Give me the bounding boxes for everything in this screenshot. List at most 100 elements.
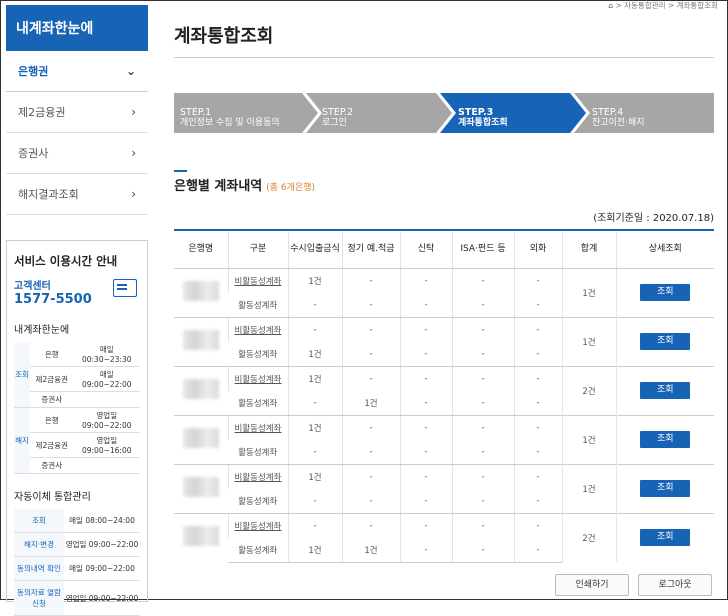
detail-button[interactable]: 조회 — [640, 529, 691, 547]
bank-name — [174, 365, 228, 415]
sidebar: 내계좌한눈에 은행권 ⌄ 제2금융권 › 증권사 › 해지결과조회 › 서비스 … — [6, 5, 148, 616]
service-time-range: 09:00~22:00 — [81, 421, 132, 430]
step-4: STEP.4 잔고이전·해지 — [592, 100, 645, 140]
cell-value: - — [513, 414, 562, 440]
service-time-days: 매일 — [99, 345, 114, 354]
step-4-label: 잔고이전·해지 — [592, 118, 645, 128]
total-count: 1건 — [561, 267, 616, 317]
cell-value: - — [513, 267, 562, 293]
print-button[interactable]: 인쇄하기 — [555, 574, 629, 596]
bank-logo-blurred — [182, 428, 219, 448]
account-type-active: 활동성계좌 — [228, 488, 288, 514]
auto-transfer-row: 동의자료 열람신청 영업일 09:00~22:00 — [14, 580, 140, 616]
cell-value: 1건 — [287, 537, 342, 563]
auto-transfer-section-title: 자동이체 통합관리 — [14, 492, 91, 503]
detail-cell: 조회 — [615, 414, 714, 464]
total-count: 1건 — [561, 414, 616, 464]
cell-value: - — [451, 341, 514, 367]
step-3: STEP.3 계좌통합조회 — [458, 100, 508, 140]
service-time — [73, 391, 140, 408]
account-type-inactive[interactable]: 비활동성계좌 — [227, 365, 288, 391]
account-type-active: 활동성계좌 — [228, 537, 288, 563]
cell-value: - — [287, 292, 342, 318]
sidebar-title: 내계좌한눈에 — [6, 5, 148, 51]
service-org: 증권사 — [30, 457, 74, 474]
cell-value: - — [399, 292, 452, 318]
cell-value[interactable]: 1건 — [287, 365, 342, 391]
step-2-num: STEP.2 — [322, 107, 354, 118]
cell-value[interactable]: 1건 — [287, 414, 342, 440]
service-time-range: 00:30~23:30 — [81, 355, 132, 364]
service-hours-row: 제2금융권 매일 09:00~22:00 — [14, 366, 140, 392]
account-type-inactive[interactable]: 비활동성계좌 — [227, 316, 288, 342]
col-header: 상세조회 — [615, 230, 714, 269]
cell-value[interactable]: 1건 — [287, 267, 342, 293]
bank-logo-blurred — [182, 330, 219, 350]
detail-button[interactable]: 조회 — [640, 382, 691, 399]
cell-value[interactable]: 1건 — [287, 463, 342, 489]
table-row: 비활동성계좌 - - - - -1건 조회 — [174, 316, 714, 366]
service-time-days: 영업일 — [96, 411, 118, 420]
auto-transfer-row: 해지·변경 영업일 09:00~22:00 — [14, 532, 140, 557]
account-type-active: 활동성계좌 — [228, 439, 288, 465]
cell-value: - — [341, 292, 400, 318]
detail-button[interactable]: 조회 — [640, 480, 691, 497]
cell-value: 1건 — [341, 390, 400, 416]
cell-value: - — [341, 267, 400, 293]
account-type-active: 활동성계좌 — [228, 292, 288, 318]
bank-name — [174, 512, 228, 562]
account-type-inactive[interactable]: 비활동성계좌 — [227, 463, 288, 489]
step-3-num: STEP.3 — [458, 107, 494, 118]
service-hours-row: 증권사 — [14, 391, 140, 408]
col-header: 신탁 — [399, 230, 452, 269]
cell-value: - — [399, 390, 452, 416]
col-header: 정기 예.적금 — [341, 230, 400, 269]
step-2-label: 로그인 — [322, 118, 347, 128]
col-header: 수시입출금식 — [287, 230, 342, 269]
cell-value: - — [451, 390, 514, 416]
sidebar-item-label: 은행권 — [18, 65, 49, 78]
sidebar-item-securities[interactable]: 증권사 › — [6, 133, 148, 174]
detail-button[interactable]: 조회 — [640, 431, 691, 448]
home-icon[interactable]: ⌂ — [608, 1, 613, 10]
service-org: 은행 — [30, 342, 74, 367]
auto-transfer-value: 영업일 09:00~22:00 — [64, 580, 140, 616]
cell-value: - — [287, 439, 342, 465]
sidebar-item-second-finance[interactable]: 제2금융권 › — [6, 92, 148, 133]
breadcrumb: ⌂ > 자동통합관리 > 계좌통합조회 — [608, 0, 718, 11]
cell-value: - — [451, 463, 514, 489]
cell-value: 1건 — [287, 341, 342, 367]
logout-button[interactable]: 로그아웃 — [638, 574, 712, 596]
service-hours-row: 해지 은행 영업일 09:00~22:00 — [14, 407, 140, 474]
account-type-inactive[interactable]: 비활동성계좌 — [227, 414, 288, 440]
cell-value: - — [513, 512, 562, 538]
total-count: 1건 — [561, 463, 616, 513]
breadcrumb-path[interactable]: > 자동통합관리 > — [615, 1, 674, 10]
phone-card-icon — [113, 279, 137, 297]
step-3-label: 계좌통합조회 — [458, 118, 508, 128]
service-org: 증권사 — [30, 391, 74, 408]
cell-value: - — [287, 316, 342, 342]
step-2: STEP.2 로그인 — [322, 100, 353, 140]
auto-transfer-value: 영업일 09:00~22:00 — [64, 532, 140, 557]
sidebar-item-bank[interactable]: 은행권 ⌄ — [6, 51, 148, 92]
detail-button[interactable]: 조회 — [640, 333, 691, 350]
account-type-inactive[interactable]: 비활동성계좌 — [227, 512, 288, 538]
cell-value: - — [341, 341, 400, 367]
reference-date: (조회기준일 : 2020.07.18) — [593, 213, 714, 224]
table-row: 비활동성계좌 - - - - -2건 조회 — [174, 512, 714, 562]
detail-button[interactable]: 조회 — [640, 284, 691, 301]
cell-value: - — [341, 512, 400, 538]
bank-logo-blurred — [182, 379, 219, 399]
table-row: 비활동성계좌 1건 - - - -1건 조회 — [174, 463, 714, 513]
bank-name — [174, 316, 228, 366]
bank-name — [174, 414, 228, 464]
step-1: STEP.1 개인정보 수집 및 이용동의 — [180, 100, 280, 140]
sidebar-item-termination-result[interactable]: 해지결과조회 › — [6, 174, 148, 215]
step-1-label: 개인정보 수집 및 이용동의 — [180, 118, 280, 128]
service-time: 영업일 09:00~16:00 — [73, 432, 140, 458]
account-type-inactive[interactable]: 비활동성계좌 — [227, 267, 288, 293]
service-time: 매일 00:30~23:30 — [73, 342, 140, 367]
title-divider — [174, 57, 714, 58]
service-category: 조회 — [14, 342, 30, 408]
